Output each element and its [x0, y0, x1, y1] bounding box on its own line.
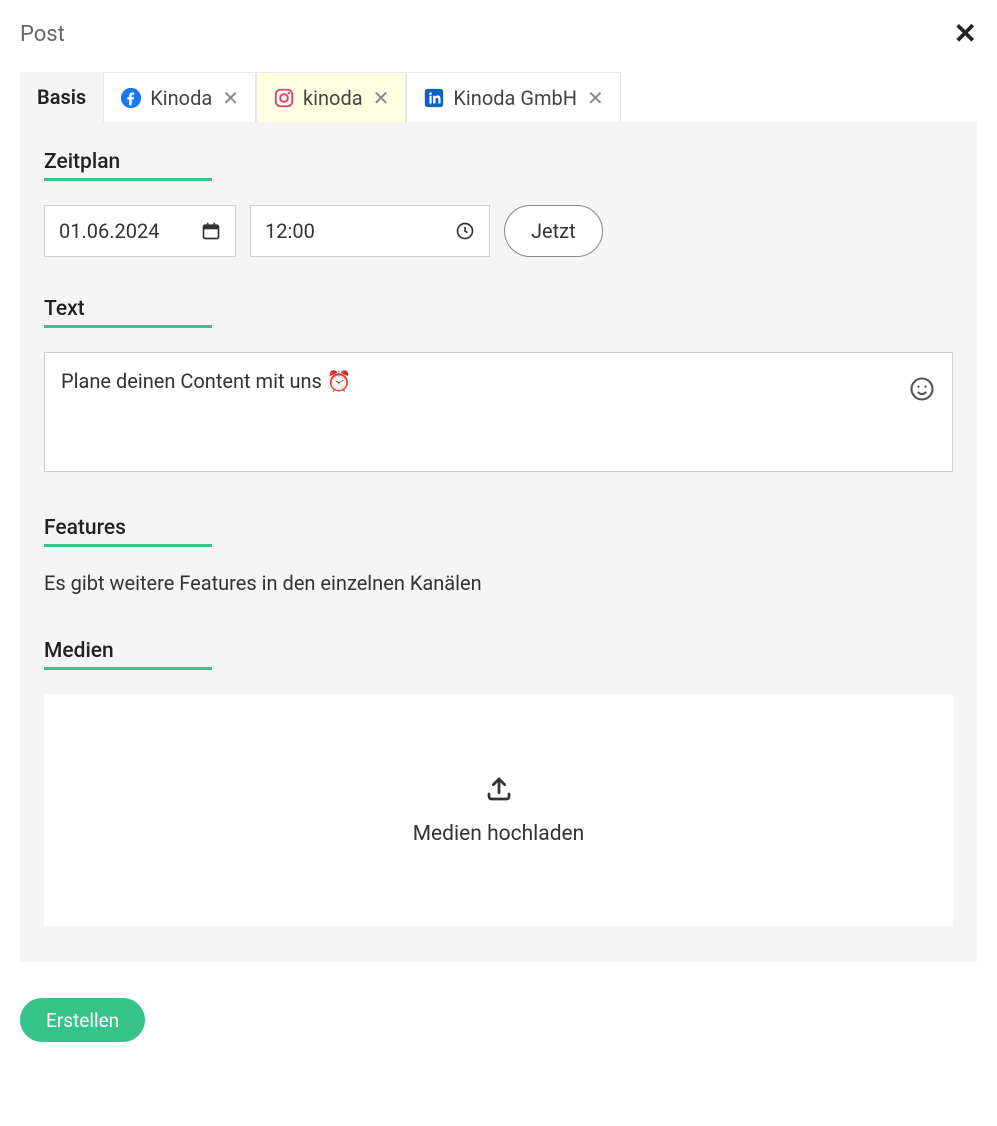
date-value: 01.06.2024: [59, 219, 159, 243]
date-input[interactable]: 01.06.2024: [44, 205, 236, 257]
tab-channel-facebook-remove[interactable]: ✕: [222, 88, 239, 108]
time-input[interactable]: 12:00: [250, 205, 490, 257]
post-text-input[interactable]: Plane deinen Content mit uns ⏰: [44, 352, 953, 472]
section-underline: [44, 544, 212, 547]
section-underline: [44, 325, 212, 328]
tab-channel-linkedin-remove[interactable]: ✕: [587, 88, 604, 108]
tab-channel-instagram-remove[interactable]: ✕: [373, 88, 390, 108]
section-underline: [44, 178, 212, 181]
post-text-value: Plane deinen Content mit uns ⏰: [61, 369, 352, 393]
create-button[interactable]: Erstellen: [20, 998, 145, 1042]
tab-channel-linkedin-label: Kinoda GmbH: [453, 86, 577, 110]
section-label-schedule: Zeitplan: [44, 150, 953, 174]
tab-channel-facebook-label: Kinoda: [150, 86, 212, 110]
close-button[interactable]: ✕: [954, 20, 977, 48]
tab-channel-instagram-label: kinoda: [303, 86, 363, 110]
tab-channel-linkedin[interactable]: Kinoda GmbH ✕: [406, 72, 620, 122]
close-icon: ✕: [954, 17, 977, 50]
tab-basis-label: Basis: [37, 85, 86, 109]
emoji-picker-button[interactable]: [908, 375, 936, 403]
tabs-bar: Basis Kinoda ✕ kinoda ✕ Kinoda GmbH ✕: [20, 72, 977, 122]
clock-icon: [455, 221, 475, 241]
media-upload-label: Medien hochladen: [413, 822, 585, 846]
section-underline: [44, 667, 212, 670]
schedule-row: 01.06.2024 12:00 Jetzt: [44, 205, 953, 257]
now-button[interactable]: Jetzt: [504, 205, 603, 257]
section-label-media: Medien: [44, 639, 953, 663]
linkedin-icon: [423, 87, 445, 109]
section-label-features: Features: [44, 516, 953, 540]
tab-channel-facebook[interactable]: Kinoda ✕: [103, 72, 256, 122]
media-upload-dropzone[interactable]: Medien hochladen: [44, 694, 953, 926]
time-value: 12:00: [265, 219, 315, 243]
section-label-text: Text: [44, 297, 953, 321]
tab-channel-instagram[interactable]: kinoda ✕: [256, 72, 406, 122]
instagram-icon: [273, 87, 295, 109]
dialog-title: Post: [20, 22, 65, 47]
calendar-icon: [201, 221, 221, 241]
tab-basis[interactable]: Basis: [20, 72, 103, 122]
dialog-footer: Erstellen: [20, 998, 977, 1042]
dialog-header: Post ✕: [20, 20, 977, 48]
panel-basis: Zeitplan 01.06.2024 12:00 Jetzt Text Pla…: [20, 122, 977, 962]
facebook-icon: [120, 87, 142, 109]
features-note: Es gibt weitere Features in den einzelne…: [44, 571, 953, 595]
upload-icon: [484, 774, 514, 804]
